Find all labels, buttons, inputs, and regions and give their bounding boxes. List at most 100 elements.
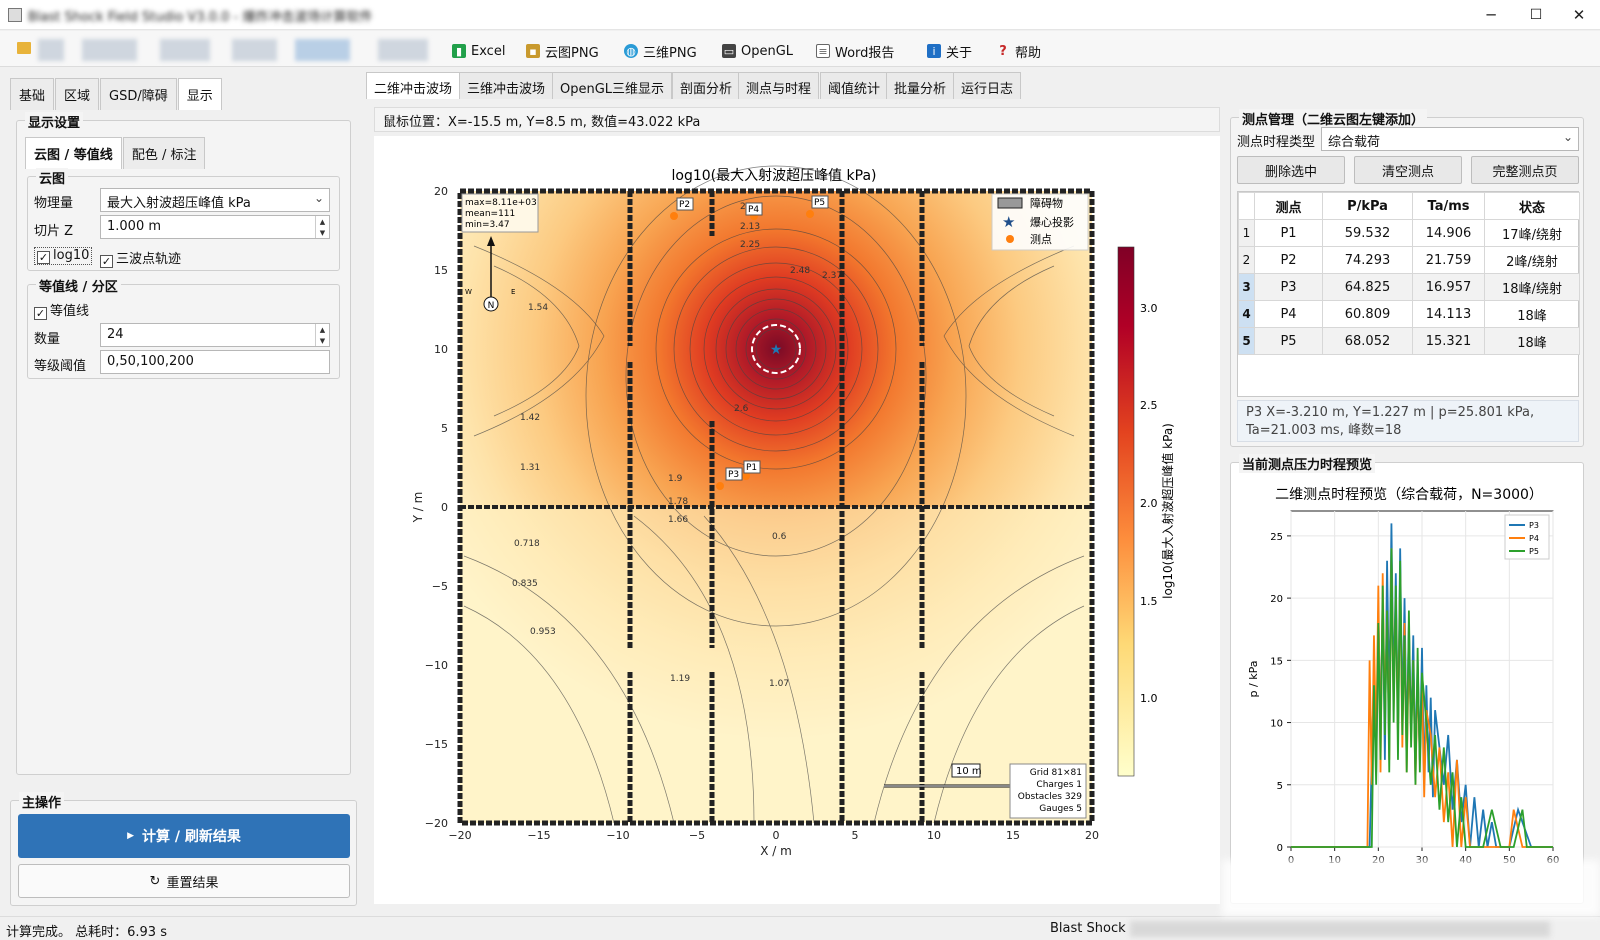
compute-button[interactable]: ▶ 计算 / 刷新结果 [18, 814, 350, 858]
full-gauge-page-button[interactable]: 完整测点页 [1471, 156, 1579, 184]
threshold-input[interactable]: 0,50,100,200 [100, 350, 330, 374]
tab-opengl-3d[interactable]: OpenGL三维显示 [552, 72, 673, 99]
status-bar: 计算完成。 总耗时：6.93 s Blast Shock [0, 916, 1600, 940]
column-header[interactable]: Ta/ms [1412, 192, 1485, 220]
toolbar-blurred-item[interactable] [378, 39, 428, 61]
toolbar-blurred-item[interactable] [38, 39, 64, 61]
cell-name[interactable]: P3 [1254, 273, 1323, 301]
log10-checkbox[interactable]: ✓ log10 [34, 247, 93, 265]
cell-ta[interactable]: 21.759 [1412, 246, 1485, 274]
row-number[interactable]: 5 [1238, 327, 1255, 355]
table-row[interactable]: 3 P3 64.825 16.957 18峰/绕射 [1238, 273, 1580, 301]
open-folder-icon[interactable] [17, 42, 31, 54]
column-header[interactable]: P/kPa [1322, 192, 1413, 220]
tab-batch[interactable]: 批量分析 [886, 72, 955, 99]
cell-name[interactable]: P5 [1254, 327, 1323, 355]
maximize-button[interactable]: ☐ [1513, 0, 1559, 30]
column-header[interactable]: 测点 [1254, 192, 1323, 220]
cell-status[interactable]: 18峰 [1484, 300, 1580, 328]
tab-section[interactable]: 剖面分析 [672, 72, 741, 99]
cell-status[interactable]: 2峰/绕射 [1484, 246, 1580, 274]
x-tick: 20 [1085, 829, 1099, 842]
gauge-point[interactable] [716, 482, 724, 490]
about-button[interactable]: i 关于 [927, 40, 972, 62]
compass-n: N [488, 301, 495, 311]
help-button[interactable]: ? 帮助 [996, 40, 1041, 62]
tab-gauges[interactable]: 测点与时程 [738, 72, 820, 99]
clear-gauges-button[interactable]: 清空测点 [1354, 156, 1462, 184]
cell-ta[interactable]: 15.321 [1412, 327, 1485, 355]
three-png-button[interactable]: ◍ 三维PNG [624, 40, 697, 62]
spin-down-icon[interactable]: ▼ [315, 335, 329, 346]
toolbar-blurred-item[interactable] [82, 39, 137, 61]
field-canvas[interactable]: log10(最大入射波超压峰值 kPa) 2.01 2.13 2.25 2.37… [374, 136, 1220, 904]
tab-threshold[interactable]: 阈值统计 [820, 72, 889, 99]
toolbar-blurred-item[interactable] [295, 39, 350, 61]
contour-checkbox[interactable]: ✓ 等值线 [34, 300, 89, 320]
cell-name[interactable]: P4 [1254, 300, 1323, 328]
subtab-cloud-contour[interactable]: 云图 / 等值线 [25, 137, 122, 169]
cell-p[interactable]: 74.293 [1322, 246, 1413, 274]
opengl-button[interactable]: ▭ OpenGL [722, 40, 793, 62]
spin-up-icon[interactable]: ▲ [315, 324, 329, 335]
legend-label: P5 [1529, 547, 1539, 556]
tab-basic[interactable]: 基础 [10, 78, 55, 110]
word-report-button[interactable]: ≡ Word报告 [816, 40, 894, 62]
slice-z-spinbox[interactable]: 1.000 m ▲ ▼ [100, 215, 330, 239]
cell-status[interactable]: 18峰/绕射 [1484, 273, 1580, 301]
reset-button[interactable]: ↻ 重置结果 [18, 864, 350, 898]
toolbar-blurred-item[interactable] [160, 39, 210, 61]
three-png-label: 三维PNG [643, 45, 697, 61]
tab-log[interactable]: 运行日志 [953, 72, 1022, 99]
cell-name[interactable]: P1 [1254, 219, 1323, 247]
y-tick: −20 [425, 817, 448, 830]
cell-ta[interactable]: 14.113 [1412, 300, 1485, 328]
check-icon: ✓ [100, 255, 113, 268]
delete-selected-button[interactable]: 删除选中 [1237, 156, 1345, 184]
gauge-point[interactable] [670, 212, 678, 220]
contour-label: 0.953 [530, 627, 556, 637]
triple-track-checkbox[interactable]: ✓ 三波点轨迹 [100, 248, 181, 268]
tab-3d-field[interactable]: 三维冲击波场 [459, 72, 554, 99]
cell-status[interactable]: 18峰 [1484, 327, 1580, 355]
excel-label: Excel [471, 43, 506, 59]
tab-region[interactable]: 区域 [55, 78, 100, 110]
about-label: 关于 [946, 45, 973, 61]
quantity-select[interactable]: 最大入射波超压峰值 kPa ⌄ [100, 188, 330, 212]
tab-gsd-obstacle[interactable]: GSD/障碍 [100, 78, 177, 110]
close-button[interactable]: ✕ [1556, 0, 1600, 30]
spin-up-icon[interactable]: ▲ [315, 216, 329, 227]
row-number[interactable]: 3 [1238, 273, 1255, 301]
cell-p[interactable]: 68.052 [1322, 327, 1413, 355]
cell-p[interactable]: 60.809 [1322, 300, 1413, 328]
mouse-position: 鼠标位置：X=-15.5 m, Y=8.5 m, 数值=43.022 kPa [374, 107, 1220, 132]
cell-p[interactable]: 64.825 [1322, 273, 1413, 301]
image-icon: ▪ [526, 44, 540, 58]
table-row[interactable]: 1 P1 59.532 14.906 17峰/绕射 [1238, 219, 1580, 247]
tab-2d-field[interactable]: 二维冲击波场 [366, 72, 461, 99]
tab-display[interactable]: 显示 [177, 78, 222, 110]
cell-ta[interactable]: 14.906 [1412, 219, 1485, 247]
table-row[interactable]: 5 P5 68.052 15.321 18峰 [1238, 327, 1580, 355]
cell-name[interactable]: P2 [1254, 246, 1323, 274]
count-spinbox[interactable]: 24 ▲ ▼ [100, 323, 330, 347]
gauge-type-select[interactable]: 综合载荷 ⌄ [1321, 127, 1579, 151]
subtab-color-annotation[interactable]: 配色 / 标注 [122, 137, 206, 169]
minimize-button[interactable]: ─ [1468, 0, 1514, 30]
cloud-png-button[interactable]: ▪ 云图PNG [526, 40, 599, 62]
cell-p[interactable]: 59.532 [1322, 219, 1413, 247]
cell-status[interactable]: 17峰/绕射 [1484, 219, 1580, 247]
title-bar: Blast Shock Field Studio V3.0.0 - 爆炸冲击波场… [0, 0, 1600, 30]
table-row[interactable]: 2 P2 74.293 21.759 2峰/绕射 [1238, 246, 1580, 274]
row-number[interactable]: 2 [1238, 246, 1255, 274]
spin-down-icon[interactable]: ▼ [315, 227, 329, 238]
row-number[interactable]: 1 [1238, 219, 1255, 247]
table-row[interactable]: 4 P4 60.809 14.113 18峰 [1238, 300, 1580, 328]
toolbar-blurred-item[interactable] [232, 39, 277, 61]
gauge-point[interactable] [806, 210, 814, 218]
cell-ta[interactable]: 16.957 [1412, 273, 1485, 301]
y-tick-label: 20 [1270, 594, 1283, 605]
row-number[interactable]: 4 [1238, 300, 1255, 328]
excel-button[interactable]: ▮ Excel [452, 40, 505, 62]
column-header[interactable]: 状态 [1484, 192, 1580, 220]
